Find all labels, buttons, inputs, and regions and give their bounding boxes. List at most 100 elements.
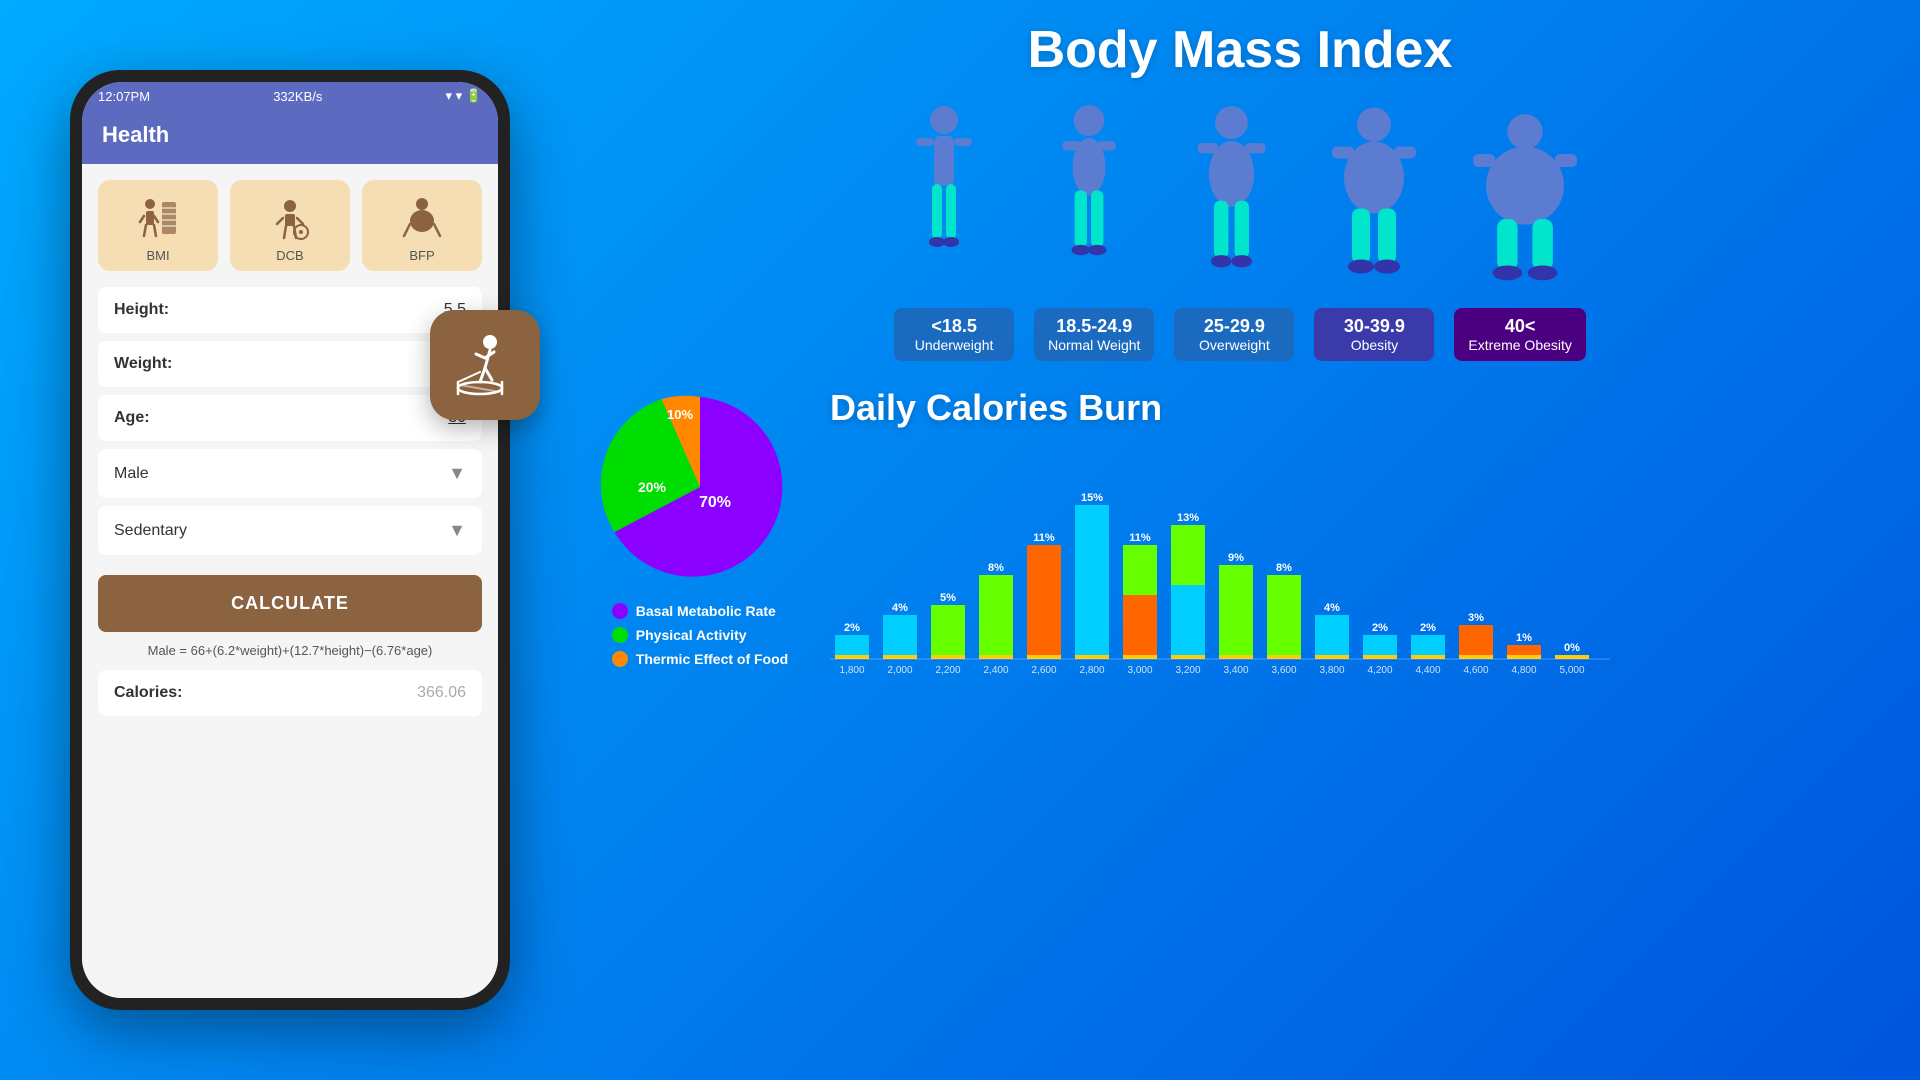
svg-text:2,400: 2,400 [983,665,1008,675]
svg-text:8%: 8% [1276,562,1292,574]
bmi-icon [134,194,182,242]
formula-text: Male = 66+(6.2*weight)+(12.7*height)−(6.… [98,642,482,660]
pie-chart: 70% 20% 10% [600,387,800,587]
svg-text:2,200: 2,200 [935,665,960,675]
legend-pa: Physical Activity [612,627,788,643]
pie-section: 70% 20% 10% Basal Metabolic Rate Physica… [600,387,800,667]
calculate-button[interactable]: CALCULATE [98,575,482,632]
tef-label: Thermic Effect of Food [636,651,788,667]
svg-text:70%: 70% [699,494,731,511]
svg-text:9%: 9% [1228,552,1244,564]
svg-text:3,800: 3,800 [1319,665,1344,675]
bmi-body-overweight [1174,100,1294,300]
svg-text:15%: 15% [1081,492,1103,504]
bmr-dot [612,603,628,619]
svg-text:5%: 5% [940,592,956,604]
legend-tef: Thermic Effect of Food [612,651,788,667]
svg-text:20%: 20% [638,479,667,495]
calories-field: Calories: 366.06 [98,670,482,716]
bmi-range-extreme: 40< [1468,316,1571,337]
bmi-badge-normal: 18.5-24.9 Normal Weight [1034,308,1154,361]
svg-text:4,200: 4,200 [1367,665,1392,675]
bmi-figures: <18.5 Underweight [600,100,1880,361]
app-content: BMI [82,164,498,998]
bmi-body-extreme [1460,100,1580,300]
menu-item-bmi[interactable]: BMI [98,180,218,271]
svg-text:4,400: 4,400 [1415,665,1440,675]
right-panel: Body Mass Index [580,0,1920,1080]
svg-text:2,800: 2,800 [1079,665,1104,675]
age-field: Age: 30 [98,395,482,441]
legend-bmr: Basal Metabolic Rate [612,603,788,619]
app-title: Health [102,122,169,147]
bmi-badge-extreme: 40< Extreme Obesity [1454,308,1585,361]
svg-text:4,800: 4,800 [1511,665,1536,675]
svg-text:11%: 11% [1129,532,1151,544]
app-header: Health [82,110,498,164]
svg-text:2,000: 2,000 [887,665,912,675]
bmi-figure-normal: 18.5-24.9 Normal Weight [1034,100,1154,361]
menu-item-dcb[interactable]: DCB [230,180,350,271]
svg-text:11%: 11% [1033,532,1055,544]
svg-text:1,800: 1,800 [839,665,864,675]
bar-chart-container: 2% 1,800 4% 2,000 5% 2,200 8% [830,445,1880,680]
bmi-label-underweight: Underweight [908,337,1000,353]
pie-legend: Basal Metabolic Rate Physical Activity T… [612,603,788,667]
pa-label: Physical Activity [636,627,747,643]
bmi-figure-obesity: 30-39.9 Obesity [1314,100,1434,361]
gender-dropdown[interactable]: Male ▼ [98,449,482,498]
svg-text:3,200: 3,200 [1175,665,1200,675]
weight-field: Weight: 60 [98,341,482,387]
bmi-body-underweight [894,100,1014,300]
gender-value: Male [114,465,149,483]
bmi-label-extreme: Extreme Obesity [1468,337,1571,353]
daily-calories-title: Daily Calories Burn [830,387,1880,429]
status-time: 12:07PM [98,89,150,104]
svg-text:2%: 2% [1420,622,1436,634]
bmi-label: BMI [146,248,169,263]
svg-text:0%: 0% [1564,642,1580,654]
activity-value: Sedentary [114,522,187,540]
menu-item-bfp[interactable]: BFP [362,180,482,271]
fitness-icon [450,330,520,400]
bmi-title: Body Mass Index [600,20,1880,80]
svg-text:4%: 4% [892,602,908,614]
activity-dropdown[interactable]: Sedentary ▼ [98,506,482,555]
bmr-label: Basal Metabolic Rate [636,603,776,619]
svg-text:5,000: 5,000 [1559,665,1584,675]
bmi-figure-overweight: 25-29.9 Overweight [1174,100,1294,361]
bmi-label-overweight: Overweight [1188,337,1280,353]
bmi-range-normal: 18.5-24.9 [1048,316,1140,337]
calories-value: 366.06 [417,684,466,702]
svg-text:3,000: 3,000 [1127,665,1152,675]
svg-text:3%: 3% [1468,612,1484,624]
height-label: Height: [114,301,169,319]
bmi-range-underweight: <18.5 [908,316,1000,337]
pa-dot [612,627,628,643]
bmi-figure-underweight: <18.5 Underweight [894,100,1014,361]
bmi-badge-overweight: 25-29.9 Overweight [1174,308,1294,361]
bmi-section: Body Mass Index [600,20,1880,377]
svg-text:3,400: 3,400 [1223,665,1248,675]
tef-dot [612,651,628,667]
phone-screen: 12:07PM 332KB/s ▾ ▾ 🔋 Health [82,82,498,998]
bmi-range-overweight: 25-29.9 [1188,316,1280,337]
bfp-label: BFP [409,248,434,263]
svg-text:4,600: 4,600 [1463,665,1488,675]
bmi-label-normal: Normal Weight [1048,337,1140,353]
bfp-icon [398,194,446,242]
svg-text:2,600: 2,600 [1031,665,1056,675]
bmi-body-obesity [1314,100,1434,300]
height-field: Height: 5.5 [98,287,482,333]
bar-chart-section: Daily Calories Burn 2% 1,800 4% 2 [830,387,1880,680]
bmi-badge-obesity: 30-39.9 Obesity [1314,308,1434,361]
svg-text:10%: 10% [667,407,693,422]
svg-text:2%: 2% [844,622,860,634]
svg-text:8%: 8% [988,562,1004,574]
status-network: 332KB/s [273,89,322,104]
activity-arrow-icon: ▼ [448,520,466,541]
weight-label: Weight: [114,355,172,373]
app-icon-popup[interactable] [430,310,540,420]
menu-items-row: BMI [98,180,482,271]
svg-text:3,600: 3,600 [1271,665,1296,675]
